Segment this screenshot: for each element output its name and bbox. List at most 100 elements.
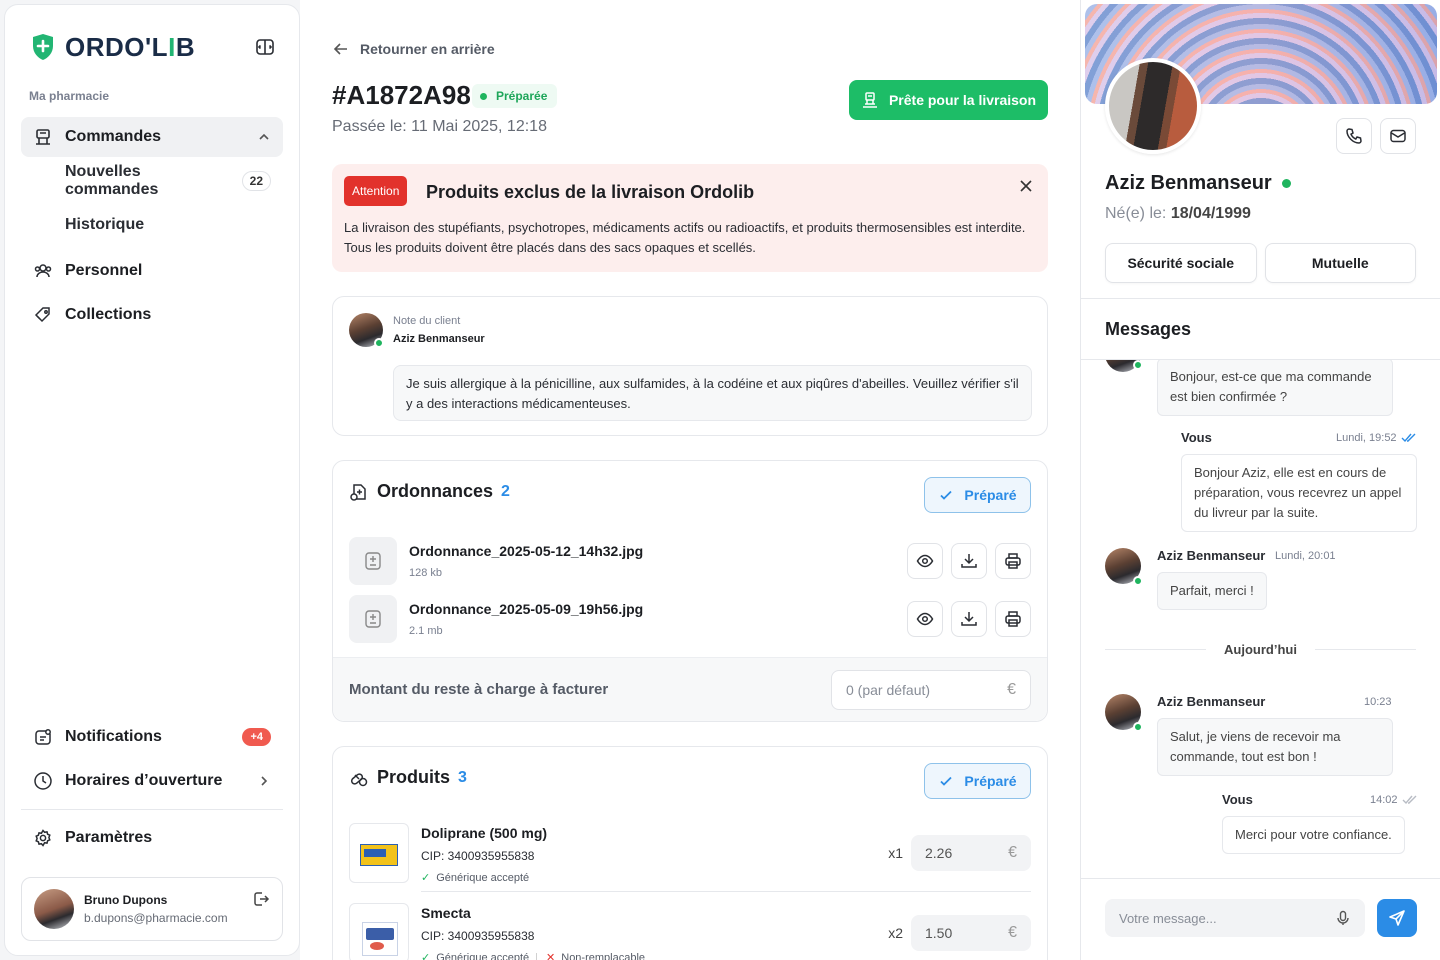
prescription-file-row: Ordonnance_2025-05-12_14h32.jpg 128 kb	[349, 537, 1031, 585]
message-author: Aziz Benmanseur	[1157, 548, 1266, 563]
phone-icon	[1346, 128, 1362, 144]
app: ORDO'LIB Ma pharmacie Commandes Nouvelle…	[0, 0, 1440, 960]
product-price-input[interactable]: 2.26 €	[911, 835, 1031, 871]
product-quantity: x1	[888, 845, 903, 861]
card-title: Ordonnances	[377, 481, 494, 501]
online-indicator	[1133, 360, 1143, 370]
message-author: Aziz Benmanseur	[1157, 694, 1266, 709]
product-row: Smecta CIP: 3400935955838 ✓ Générique acc…	[349, 903, 1031, 960]
section-label: Ma pharmacie	[29, 89, 110, 103]
message-bubble: Bonjour, est-ce que ma commande est bien…	[1157, 360, 1393, 416]
user-card: Bruno Dupons b.dupons@pharmacie.com	[21, 877, 283, 941]
generic-accepted-tag: Générique accepté	[436, 951, 530, 960]
day-separator: Aujourd’hui	[1105, 642, 1416, 657]
nav-item-opening-hours[interactable]: Horaires d’ouverture	[21, 761, 283, 801]
clock-icon	[33, 771, 53, 791]
note-author: Aziz Benmanseur	[393, 333, 485, 345]
time-text: Lundi, 19:52	[1336, 432, 1397, 444]
message-thread[interactable]: Bonjour, est-ce que ma commande est bien…	[1081, 360, 1440, 878]
view-file-button[interactable]	[907, 601, 943, 637]
nav-label: Historique	[65, 216, 145, 233]
microphone-button[interactable]	[1335, 910, 1351, 926]
currency-symbol: €	[1008, 844, 1017, 861]
file-icon	[349, 595, 397, 643]
message-bubble: Salut, je viens de recevoir ma commande,…	[1157, 718, 1393, 776]
file-actions	[907, 543, 1031, 579]
alert-title: Produits exclus de la livraison Ordolib	[426, 182, 755, 202]
cross-icon: ✕	[546, 952, 556, 960]
order-date: Passée le: 11 Mai 2025, 12:18	[332, 118, 547, 135]
patient-name-text: Aziz Benmanseur	[1105, 172, 1272, 194]
back-link[interactable]: Retourner en arrière	[332, 40, 495, 58]
prepared-label: Préparé	[964, 487, 1017, 503]
new-orders-count: 22	[241, 171, 271, 191]
message-author: Vous	[1222, 792, 1253, 807]
nav-item-history[interactable]: Historique	[21, 205, 283, 245]
ready-for-delivery-button[interactable]: Prête pour la livraison	[849, 80, 1048, 120]
sidebar-toggle-button[interactable]	[255, 37, 275, 57]
tag-separator: |	[535, 951, 539, 960]
amount-label: Montant du reste à charge à facturer	[349, 681, 609, 698]
nav-item-new-orders[interactable]: Nouvelles commandes 22	[21, 161, 283, 201]
amount-placeholder: 0 (par défaut)	[846, 681, 931, 698]
social-security-button[interactable]: Sécurité sociale	[1105, 243, 1257, 283]
nav-item-collections[interactable]: Collections	[21, 295, 283, 335]
download-file-button[interactable]	[951, 543, 987, 579]
double-check-icon	[1402, 795, 1417, 805]
document-buttons: Sécurité sociale Mutuelle	[1105, 243, 1416, 283]
status-badge: Préparée	[472, 84, 558, 108]
online-indicator	[1281, 179, 1291, 188]
notification-icon	[33, 727, 53, 747]
close-alert-button[interactable]	[1018, 178, 1034, 194]
bottom-nav: Notifications +4 Horaires d’ouverture Pa…	[21, 717, 283, 862]
online-indicator	[374, 338, 384, 348]
email-button[interactable]	[1380, 118, 1416, 154]
order-id: #A1872A98	[332, 80, 471, 110]
send-message-button[interactable]	[1377, 899, 1417, 937]
prescriptions-header: Ordonnances 2	[349, 481, 510, 502]
print-file-button[interactable]	[995, 543, 1031, 579]
arrow-left-icon	[333, 43, 347, 55]
double-check-icon	[1401, 433, 1416, 443]
birth-label: Né(e) le:	[1105, 205, 1167, 222]
file-name: Ordonnance_2025-05-12_14h32.jpg	[409, 543, 644, 559]
print-file-button[interactable]	[995, 601, 1031, 637]
order-box-icon	[33, 127, 53, 147]
ready-button-label: Prête pour la livraison	[888, 92, 1037, 108]
product-image	[349, 823, 409, 883]
prescriptions-prepared-button[interactable]: Préparé	[924, 477, 1031, 513]
product-tags: ✓ Générique accepté	[421, 871, 547, 885]
mail-icon	[1390, 129, 1406, 143]
shield-plus-icon	[33, 34, 53, 60]
product-price-input[interactable]: 1.50 €	[911, 915, 1031, 951]
prescriptions-card: Ordonnances 2 Préparé Ordonnance_2025-05…	[332, 460, 1048, 722]
logout-button[interactable]	[252, 890, 270, 908]
amount-input[interactable]: 0 (par défaut) €	[831, 669, 1031, 710]
products-prepared-button[interactable]: Préparé	[924, 763, 1031, 799]
message-bubble: Merci pour votre confiance.	[1222, 816, 1405, 854]
nav-item-staff[interactable]: Personnel	[21, 251, 283, 291]
pills-icon	[350, 772, 368, 786]
logo-text: ORDO'LIB	[65, 31, 196, 62]
file-actions	[907, 601, 1031, 637]
download-file-button[interactable]	[951, 601, 987, 637]
close-icon	[1020, 180, 1032, 192]
products-header: Produits 3	[349, 767, 467, 788]
message-time: 14:02	[1370, 794, 1418, 806]
mutual-insurance-button[interactable]: Mutuelle	[1264, 243, 1416, 283]
message-input[interactable]: Votre message...	[1105, 899, 1365, 937]
view-file-button[interactable]	[907, 543, 943, 579]
price-value: 2.26	[925, 845, 953, 861]
call-button[interactable]	[1336, 118, 1372, 154]
sidebar: ORDO'LIB Ma pharmacie Commandes Nouvelle…	[4, 4, 300, 956]
check-icon	[940, 490, 953, 500]
nav-item-notifications[interactable]: Notifications +4	[21, 717, 283, 757]
printer-icon	[1005, 553, 1021, 569]
message-time: 10:23	[1364, 696, 1392, 708]
nav-item-settings[interactable]: Paramètres	[21, 818, 283, 858]
file-name: Ordonnance_2025-05-09_19h56.jpg	[409, 601, 644, 617]
nav-item-orders[interactable]: Commandes	[21, 117, 283, 157]
nav-label: Collections	[65, 306, 152, 323]
message-time: Lundi, 20:01	[1275, 550, 1336, 562]
logo: ORDO'LIB	[31, 31, 275, 63]
